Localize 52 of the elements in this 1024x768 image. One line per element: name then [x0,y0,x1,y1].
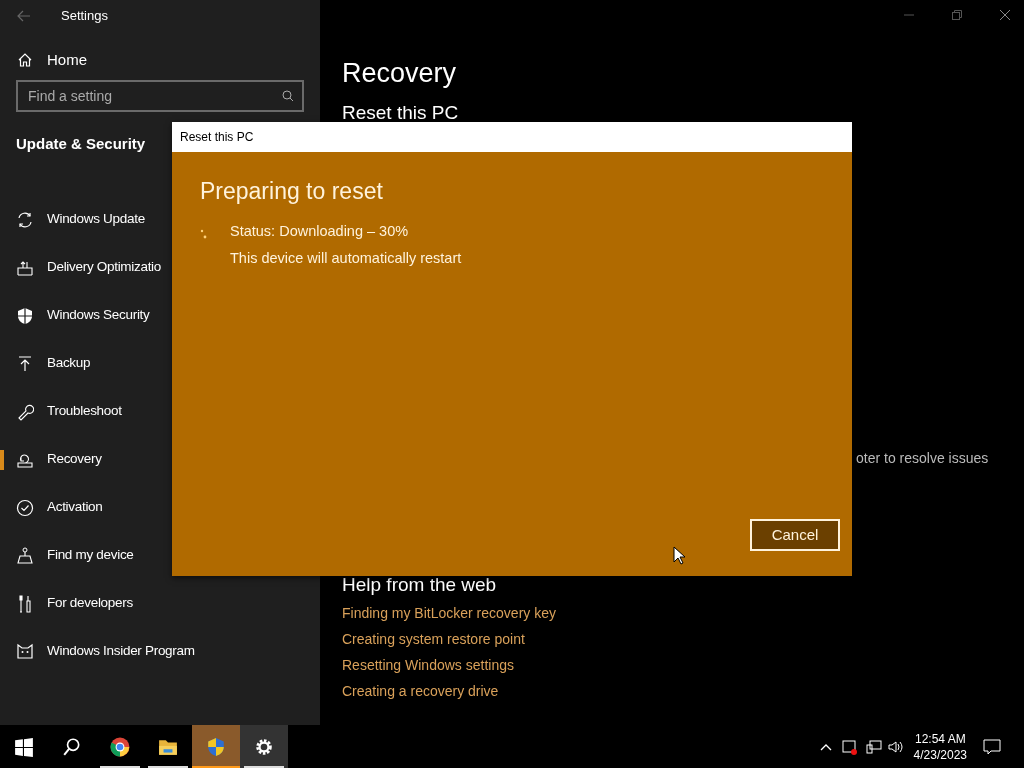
wrench-icon [16,402,34,421]
meeting-icon[interactable] [841,738,858,755]
clock-time[interactable]: 12:54 AM [914,730,966,747]
help-link[interactable]: Creating system restore point [342,628,525,650]
chevron-up-icon[interactable] [819,742,832,751]
nav-item[interactable]: Backup [0,339,320,388]
help-link[interactable]: Resetting Windows settings [342,654,514,676]
check-circle-icon [16,498,34,517]
page-title: Recovery [342,57,458,90]
search-icon[interactable] [282,90,294,102]
person-icon [16,546,34,565]
description-text: oter to resolve issues [856,448,990,468]
maximize-icon[interactable] [952,10,962,20]
cat-icon [16,642,34,661]
mouse-cursor-icon [673,546,685,565]
help-link[interactable]: Creating a recovery drive [342,680,499,702]
notification-icon[interactable] [983,738,1001,755]
back-arrow-icon[interactable] [17,10,31,22]
settings-icon [254,736,274,757]
spinner-icon [200,228,208,239]
home-item[interactable]: Home [17,47,320,73]
section-heading: Help from the web [342,572,497,597]
home-icon [17,52,33,68]
tools-icon [16,594,34,613]
window-title: Settings [61,7,108,26]
volume-icon[interactable] [887,739,904,754]
refresh-icon [16,210,34,229]
dialog-title: Reset this PC [180,129,254,146]
shield-icon [206,736,226,757]
nav-item[interactable]: Activation [0,483,320,532]
nav-item[interactable]: For developers [0,579,320,628]
nav-item[interactable]: Find my device [0,531,320,580]
upload-arrow-icon [16,354,34,373]
network-icon[interactable] [865,739,882,754]
search-field[interactable]: Find a setting [16,80,304,112]
dialog-heading: Preparing to reset [200,177,384,206]
nav-item[interactable]: Troubleshoot [0,387,320,436]
search-icon [62,736,82,757]
close-icon[interactable] [1000,10,1010,20]
nav-item[interactable]: Windows Security [0,291,320,340]
windows-logo-icon [14,736,34,757]
status-text: Status: Downloading – 30% [230,221,410,241]
cancel-button[interactable]: Cancel [750,519,840,551]
taskbar-button[interactable] [240,725,288,768]
section-heading: Reset this PC [342,101,460,125]
browser-icon [110,736,130,757]
restart-note: This device will automatically restart [230,249,462,269]
shield-icon [16,306,34,325]
help-link[interactable]: Finding my BitLocker recovery key [342,602,556,624]
nav-item[interactable]: Windows Insider Program [0,627,320,676]
section-heading: Update & Security [16,134,146,154]
clock-date[interactable]: 4/23/2023 [913,746,967,763]
